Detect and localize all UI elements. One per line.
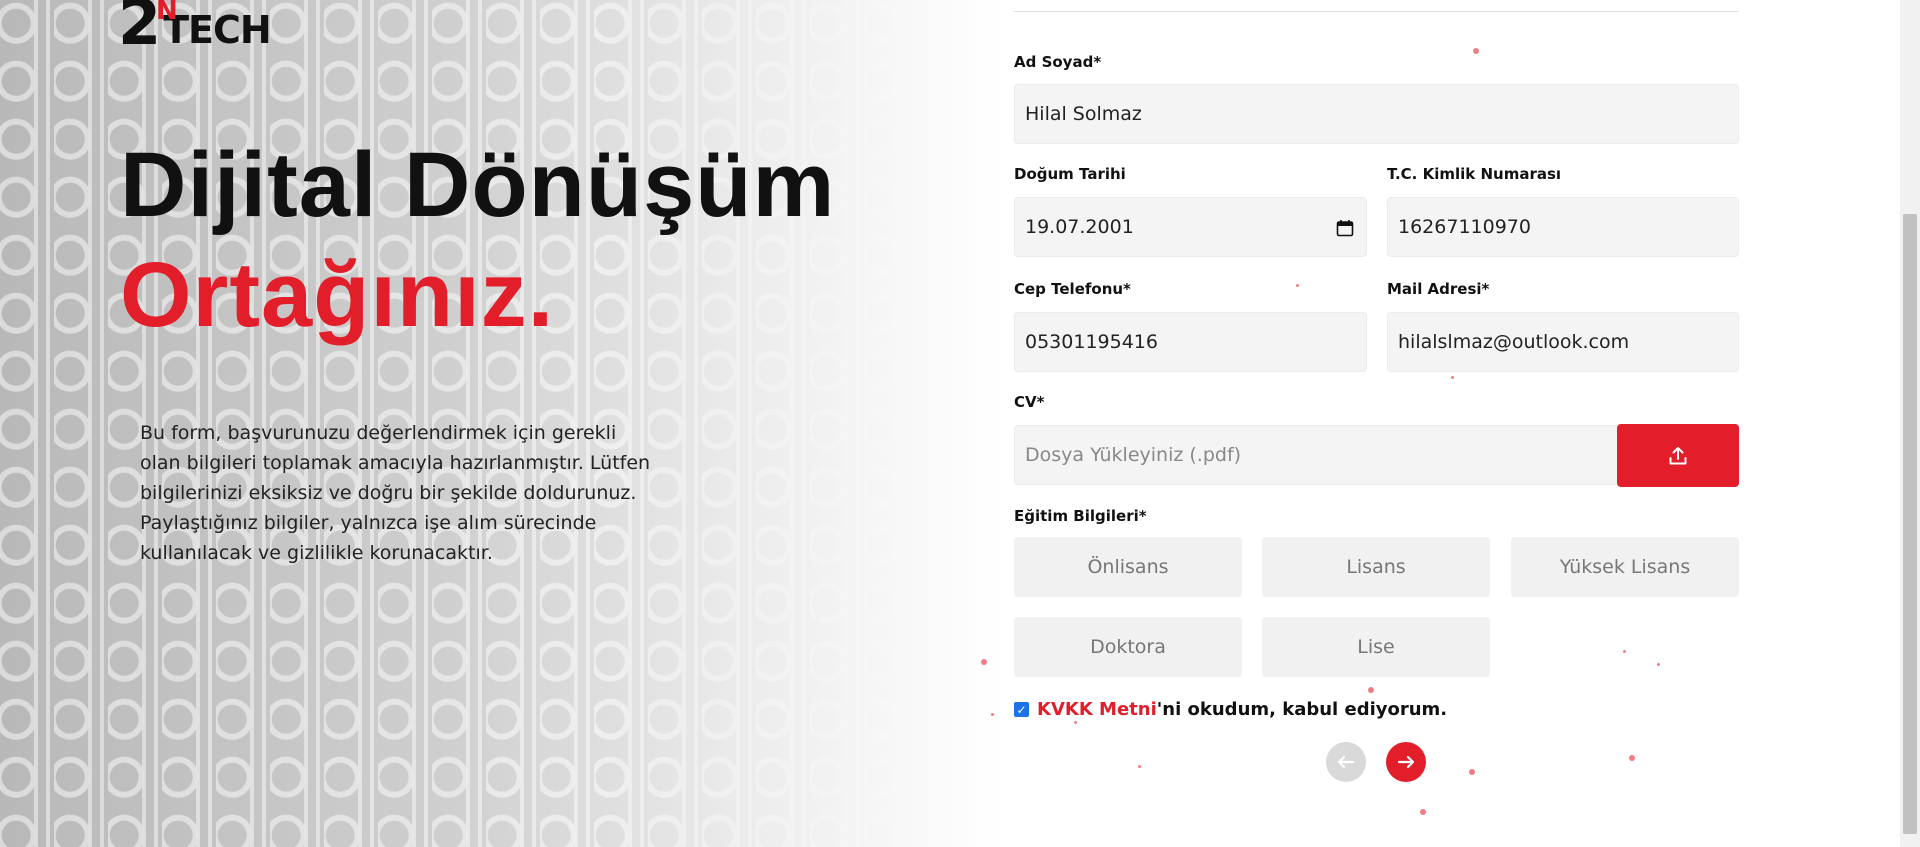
tc-id-label: T.C. Kimlik Numarası xyxy=(1387,165,1562,183)
education-option-lisans[interactable]: Lisans xyxy=(1262,537,1490,597)
page-scrollbar[interactable] xyxy=(1900,0,1920,847)
arrow-left-icon xyxy=(1337,755,1355,769)
prev-step-button[interactable] xyxy=(1326,742,1366,782)
decorative-dot xyxy=(1368,687,1374,693)
decorative-dot xyxy=(1296,284,1299,287)
arrow-right-icon xyxy=(1397,755,1415,769)
kvkk-text-rest: 'ni okudum, kabul ediyorum. xyxy=(1156,699,1448,720)
full-name-input[interactable]: Hilal Solmaz xyxy=(1014,84,1739,144)
decorative-dot xyxy=(1657,663,1660,666)
kvkk-link[interactable]: KVKK Metni xyxy=(1037,699,1157,720)
headline-line-2: Ortağınız. xyxy=(120,244,555,346)
birth-date-label: Doğum Tarihi xyxy=(1014,165,1126,183)
birth-date-value: 19.07.2001 xyxy=(1025,216,1134,238)
education-option-onlisans[interactable]: Önlisans xyxy=(1014,537,1242,597)
cv-label: CV* xyxy=(1014,393,1045,411)
tc-id-input[interactable]: 16267110970 xyxy=(1387,197,1739,257)
logo-text: TECH xyxy=(163,8,272,52)
hero-panel: 2 N TECH Dijital Dönüşüm Ortağınız. Bu f… xyxy=(0,0,1000,847)
kvkk-checkbox[interactable]: ✓ xyxy=(1014,702,1029,717)
hero-headline: Dijital Dönüşüm Ortağınız. xyxy=(120,130,835,350)
decorative-dot xyxy=(1469,769,1475,775)
decorative-dot xyxy=(1074,721,1077,724)
upload-icon xyxy=(1669,446,1687,464)
phone-label: Cep Telefonu* xyxy=(1014,280,1131,298)
scrollbar-thumb[interactable] xyxy=(1903,214,1917,834)
education-option-lise[interactable]: Lise xyxy=(1262,617,1490,677)
education-option-yuksek-lisans[interactable]: Yüksek Lisans xyxy=(1511,537,1739,597)
education-label: Eğitim Bilgileri* xyxy=(1014,507,1147,525)
cv-file-input[interactable]: Dosya Yükleyiniz (.pdf) xyxy=(1014,425,1619,485)
decorative-dot xyxy=(1623,650,1626,653)
decorative-dot xyxy=(1473,48,1479,54)
calendar-icon[interactable] xyxy=(1336,219,1354,237)
logo[interactable]: 2 N TECH xyxy=(118,0,272,59)
form-divider xyxy=(1014,11,1739,12)
logo-n: N xyxy=(156,0,178,26)
kvkk-text: KVKK Metni'ni okudum, kabul ediyorum. xyxy=(1037,699,1447,720)
phone-input[interactable]: 05301195416 xyxy=(1014,312,1367,372)
full-name-label: Ad Soyad* xyxy=(1014,53,1102,71)
headline-line-1: Dijital Dönüşüm xyxy=(120,134,836,236)
next-step-button[interactable] xyxy=(1386,742,1426,782)
decorative-dot xyxy=(1451,376,1454,379)
decorative-dot xyxy=(1138,765,1141,768)
education-option-doktora[interactable]: Doktora xyxy=(1014,617,1242,677)
kvkk-consent: ✓ KVKK Metni'ni okudum, kabul ediyorum. xyxy=(1014,699,1447,720)
decorative-dot xyxy=(1629,755,1635,761)
upload-button[interactable] xyxy=(1617,424,1739,487)
intro-text: Bu form, başvurunuzu değerlendirmek için… xyxy=(140,422,651,564)
decorative-dot xyxy=(991,713,994,716)
logo-mark: 2 xyxy=(118,0,162,59)
birth-date-input[interactable]: 19.07.2001 xyxy=(1014,197,1367,257)
email-input[interactable]: hilalslmaz@outlook.com xyxy=(1387,312,1739,372)
email-label: Mail Adresi* xyxy=(1387,280,1490,298)
decorative-dot xyxy=(1420,809,1426,815)
decorative-dot xyxy=(981,659,987,665)
